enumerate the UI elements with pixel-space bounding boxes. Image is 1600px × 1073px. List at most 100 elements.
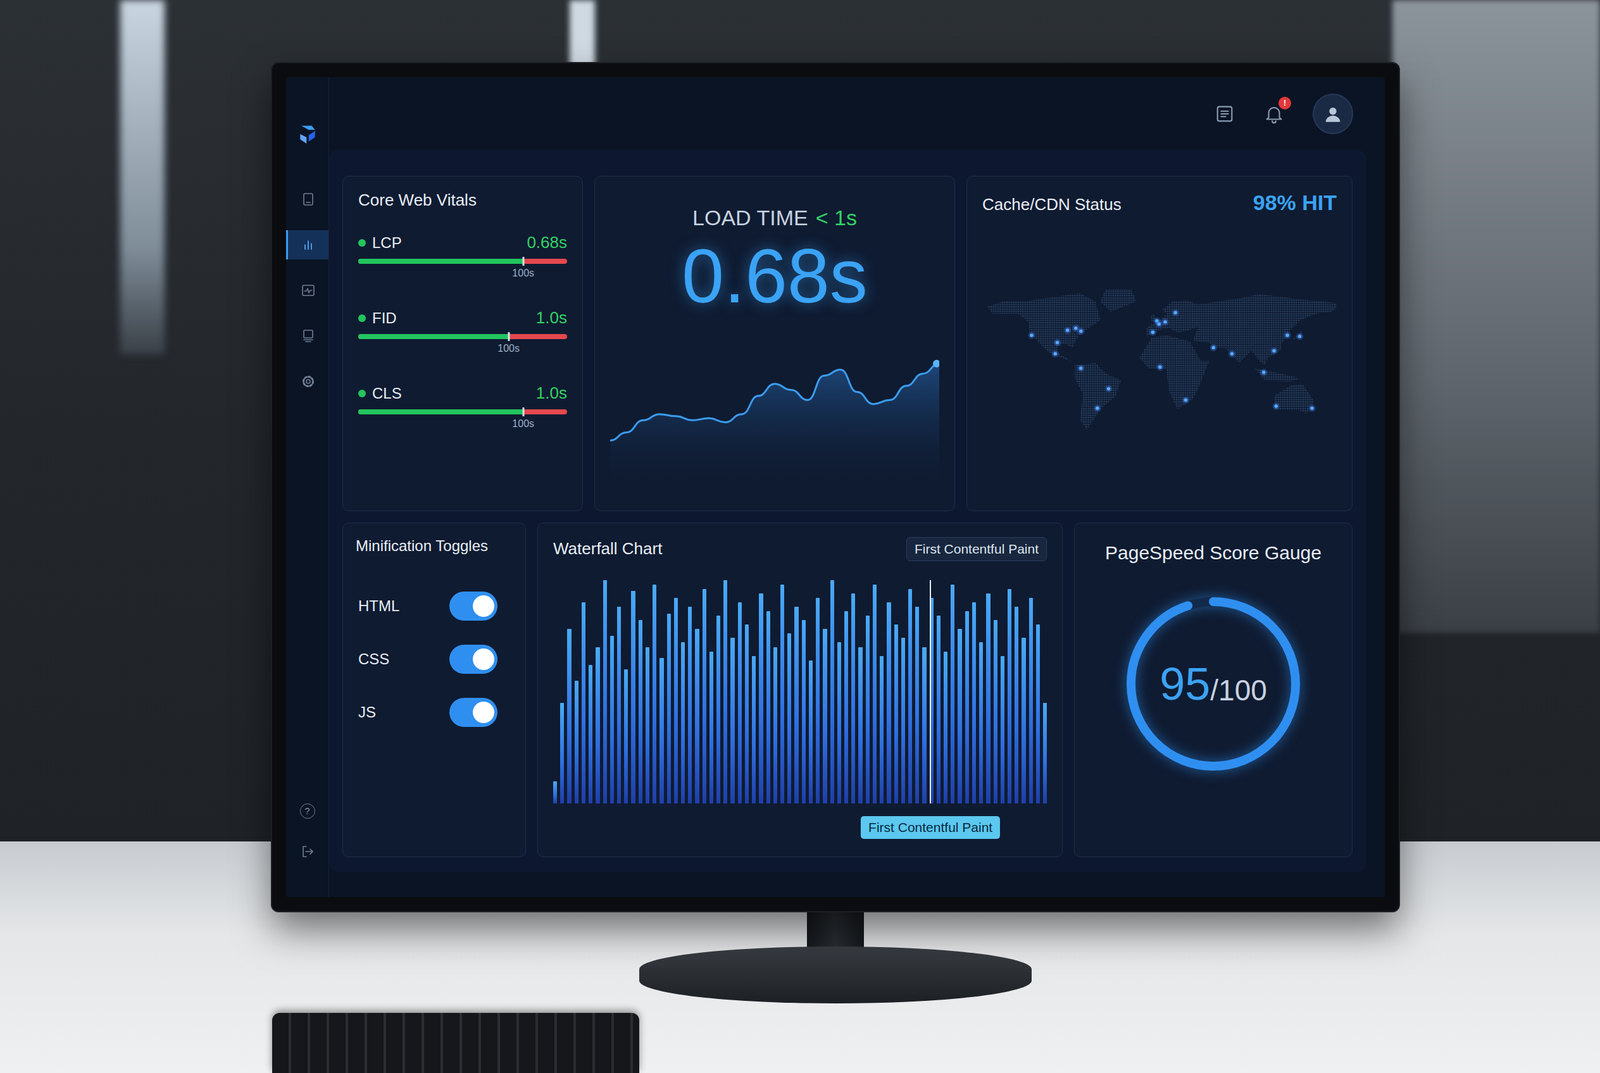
metric-list: LCP 0.68s 100s FID 1.0s 100s CLS 1.0s 10… [358,232,568,430]
waterfall-bar [624,669,628,804]
cdn-pin[interactable] [1260,368,1268,376]
core-web-vitals-card: Core Web Vitals LCP 0.68s 100s FID 1.0s … [342,175,583,512]
window-blind [1392,0,1600,633]
waterfall-bar [737,602,742,804]
sidebar-item[interactable] [286,230,329,260]
cdn-pin[interactable] [1296,332,1304,340]
cdn-pin[interactable] [1077,364,1085,372]
chart-line [610,363,940,442]
logo-icon[interactable] [294,121,321,147]
cdn-pin[interactable] [1270,347,1278,355]
sidebar-item[interactable] [286,275,329,306]
toggle-switch[interactable] [449,591,498,621]
metric-threshold [507,332,510,342]
gauge-reading: 95/100 [1118,589,1309,780]
cdn-pin[interactable] [1155,320,1163,328]
notifications-button[interactable]: ! [1263,103,1285,125]
cdn-pin[interactable] [1210,344,1218,352]
status-dot [358,389,366,398]
chart-point [757,395,759,397]
topbar: ! [329,77,1385,150]
keyboard [272,1013,640,1073]
sidebar-item[interactable] [286,321,329,351]
cdn-pin[interactable] [1156,363,1164,371]
logout-icon[interactable] [300,844,316,860]
chart-point [774,383,775,385]
metric-header: LCP 0.68s [358,232,568,253]
chart-point [856,391,857,393]
cdn-pin[interactable] [1072,324,1080,332]
toggle-list: HTML CSS JS [355,591,513,728]
cdn-pin[interactable] [1051,350,1059,358]
sidebar: ? [286,77,330,898]
waterfall-bar [943,651,948,804]
waterfall-bar [681,642,685,804]
gauge-fill [1131,601,1296,767]
waterfall-bar [574,681,579,804]
load-time-value: 0.68s [610,234,940,318]
cdn-pin[interactable] [1027,332,1035,340]
cdn-pin[interactable] [1182,396,1190,404]
waterfall-bar [1014,606,1019,804]
cdn-pin[interactable] [1053,339,1061,347]
waterfall-bar [567,629,571,804]
metric-value: 0.68s [526,232,568,253]
card-title: Minification Toggles [355,537,513,556]
window-light [120,0,165,355]
cdn-pin[interactable] [1308,405,1316,413]
document-icon[interactable] [1213,103,1236,125]
metric-header: FID 1.0s [358,308,568,328]
monitor-icon [300,328,316,344]
cdn-pin[interactable] [1149,329,1157,337]
toggle-switch[interactable] [449,644,498,675]
waterfall-bar [667,613,671,804]
metric-bar: 100s [358,258,568,264]
metric-name: CLS [372,384,402,403]
waterfall-bar [986,593,990,804]
continent [1074,363,1121,431]
cdn-pin[interactable] [1284,332,1292,340]
chart-point [872,403,874,405]
card-row: Minification Toggles HTML CSS JS Waterfa… [342,522,1353,859]
chart-end-dot [932,360,940,368]
metric-bar: 100s [358,409,568,415]
waterfall-bar [1036,624,1040,804]
cdn-pin[interactable] [1172,309,1180,317]
waterfall-bar [851,593,856,804]
waterfall-bar [674,598,678,804]
waterfall-bar [716,615,721,804]
waterfall-chart: First Contentful Paint [553,561,1047,844]
waterfall-bar [965,611,969,804]
cdn-pin[interactable] [1228,350,1236,358]
sidebar-items [286,184,329,397]
waterfall-bar [610,636,614,804]
cdn-pin[interactable] [1272,403,1280,411]
waterfall-bar [645,647,650,804]
stand-base [639,946,1032,1004]
waterfall-bar [993,620,998,804]
waterfall-bar [652,584,657,804]
waterfall-bar [858,647,863,804]
waterfall-bar [787,633,792,804]
cdn-header: Cache/CDN Status 98% HIT [982,190,1337,216]
chart-point [905,385,907,387]
cdn-pin[interactable] [1161,318,1169,326]
waterfall-bar [972,602,976,804]
help-button[interactable]: ? [300,803,316,819]
status-dot [358,239,366,247]
cdn-pin[interactable] [1105,385,1113,393]
waterfall-bar [815,598,820,804]
continent [1100,289,1137,313]
cdn-pin[interactable] [1093,405,1101,413]
waterfall-bar [1000,656,1005,804]
user-avatar[interactable] [1312,93,1354,135]
sidebar-item[interactable] [286,184,329,214]
sidebar-item[interactable] [286,367,329,397]
metric-threshold-label: 100s [497,343,520,355]
chart-point [708,418,709,419]
toggle-switch[interactable] [449,698,498,728]
metric-threshold-label: 100s [512,418,535,430]
chart-point [806,400,808,401]
cdn-pin[interactable] [1063,326,1071,334]
monitor-stand [272,911,1399,1004]
